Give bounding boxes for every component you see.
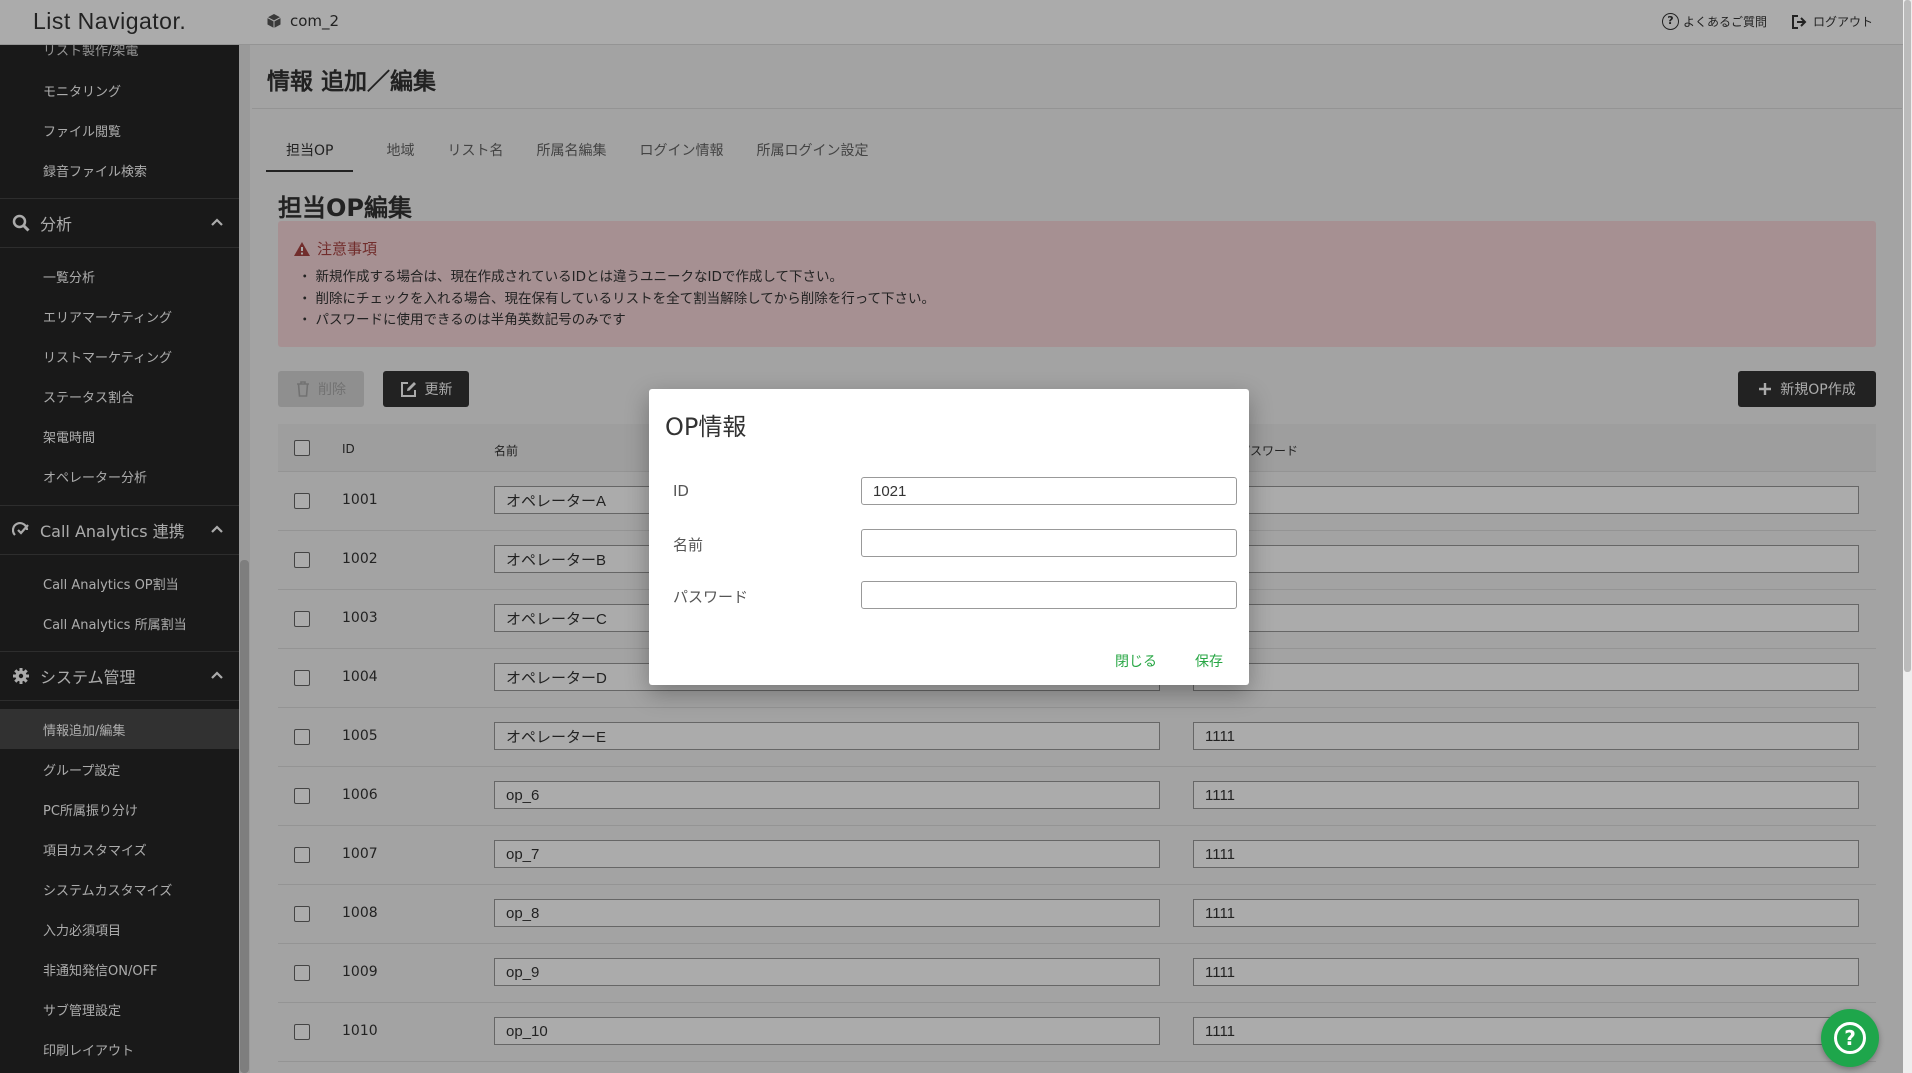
password-input[interactable]	[861, 581, 1237, 609]
main-scroll-thumb[interactable]	[1904, 0, 1911, 672]
op-info-dialog: OP情報 ID 名前 パスワード 閉じる 保存	[649, 389, 1249, 685]
main-scrollbar[interactable]	[1903, 0, 1912, 1073]
password-label: パスワード	[673, 588, 749, 606]
question-icon: ?	[1834, 1022, 1866, 1054]
id-input[interactable]	[861, 477, 1237, 505]
save-button[interactable]: 保存	[1195, 651, 1223, 671]
name-label: 名前	[673, 536, 704, 554]
name-input[interactable]	[861, 529, 1237, 557]
close-button[interactable]: 閉じる	[1115, 651, 1157, 671]
dialog-title: OP情報	[665, 413, 747, 441]
help-button[interactable]: ?	[1821, 1009, 1879, 1067]
id-label: ID	[673, 482, 689, 500]
